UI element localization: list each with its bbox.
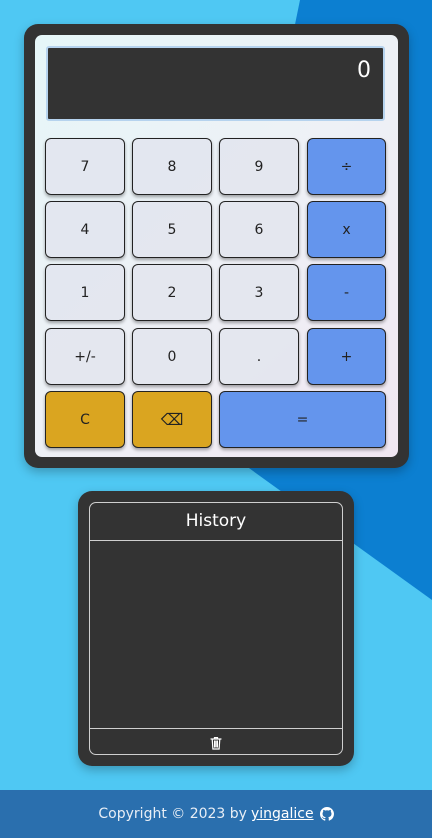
equals-button[interactable]: = (219, 391, 386, 448)
key-3[interactable]: 3 (219, 264, 299, 321)
key-0[interactable]: 0 (132, 328, 212, 385)
key-5[interactable]: 5 (132, 201, 212, 258)
clear-button[interactable]: C (45, 391, 125, 448)
github-icon[interactable] (319, 807, 334, 821)
calculator: 0 7 8 9 ÷ 4 5 6 x 1 2 3 - +/- 0 . + C ⌫ … (24, 24, 409, 468)
history-box: History (89, 502, 343, 755)
author-link[interactable]: yingalice (251, 806, 314, 822)
key-add[interactable]: + (307, 328, 386, 385)
key-4[interactable]: 4 (45, 201, 125, 258)
key-7[interactable]: 7 (45, 138, 125, 195)
key-8[interactable]: 8 (132, 138, 212, 195)
page-footer: Copyright © 2023 by yingalice (0, 790, 432, 838)
history-panel: History (78, 491, 354, 766)
calculator-body: 0 7 8 9 ÷ 4 5 6 x 1 2 3 - +/- 0 . + C ⌫ … (35, 35, 398, 457)
history-list (90, 541, 342, 728)
key-2[interactable]: 2 (132, 264, 212, 321)
key-divide[interactable]: ÷ (307, 138, 386, 195)
key-negate[interactable]: +/- (45, 328, 125, 385)
history-footer (90, 728, 342, 756)
history-title: History (90, 503, 342, 541)
trash-icon (210, 736, 222, 750)
clear-history-button[interactable] (210, 736, 222, 750)
backspace-button[interactable]: ⌫ (132, 391, 212, 448)
calculator-display: 0 (46, 46, 385, 121)
key-multiply[interactable]: x (307, 201, 386, 258)
key-1[interactable]: 1 (45, 264, 125, 321)
key-decimal[interactable]: . (219, 328, 299, 385)
copyright-text: Copyright © 2023 by (98, 806, 247, 822)
key-6[interactable]: 6 (219, 201, 299, 258)
key-subtract[interactable]: - (307, 264, 386, 321)
key-9[interactable]: 9 (219, 138, 299, 195)
